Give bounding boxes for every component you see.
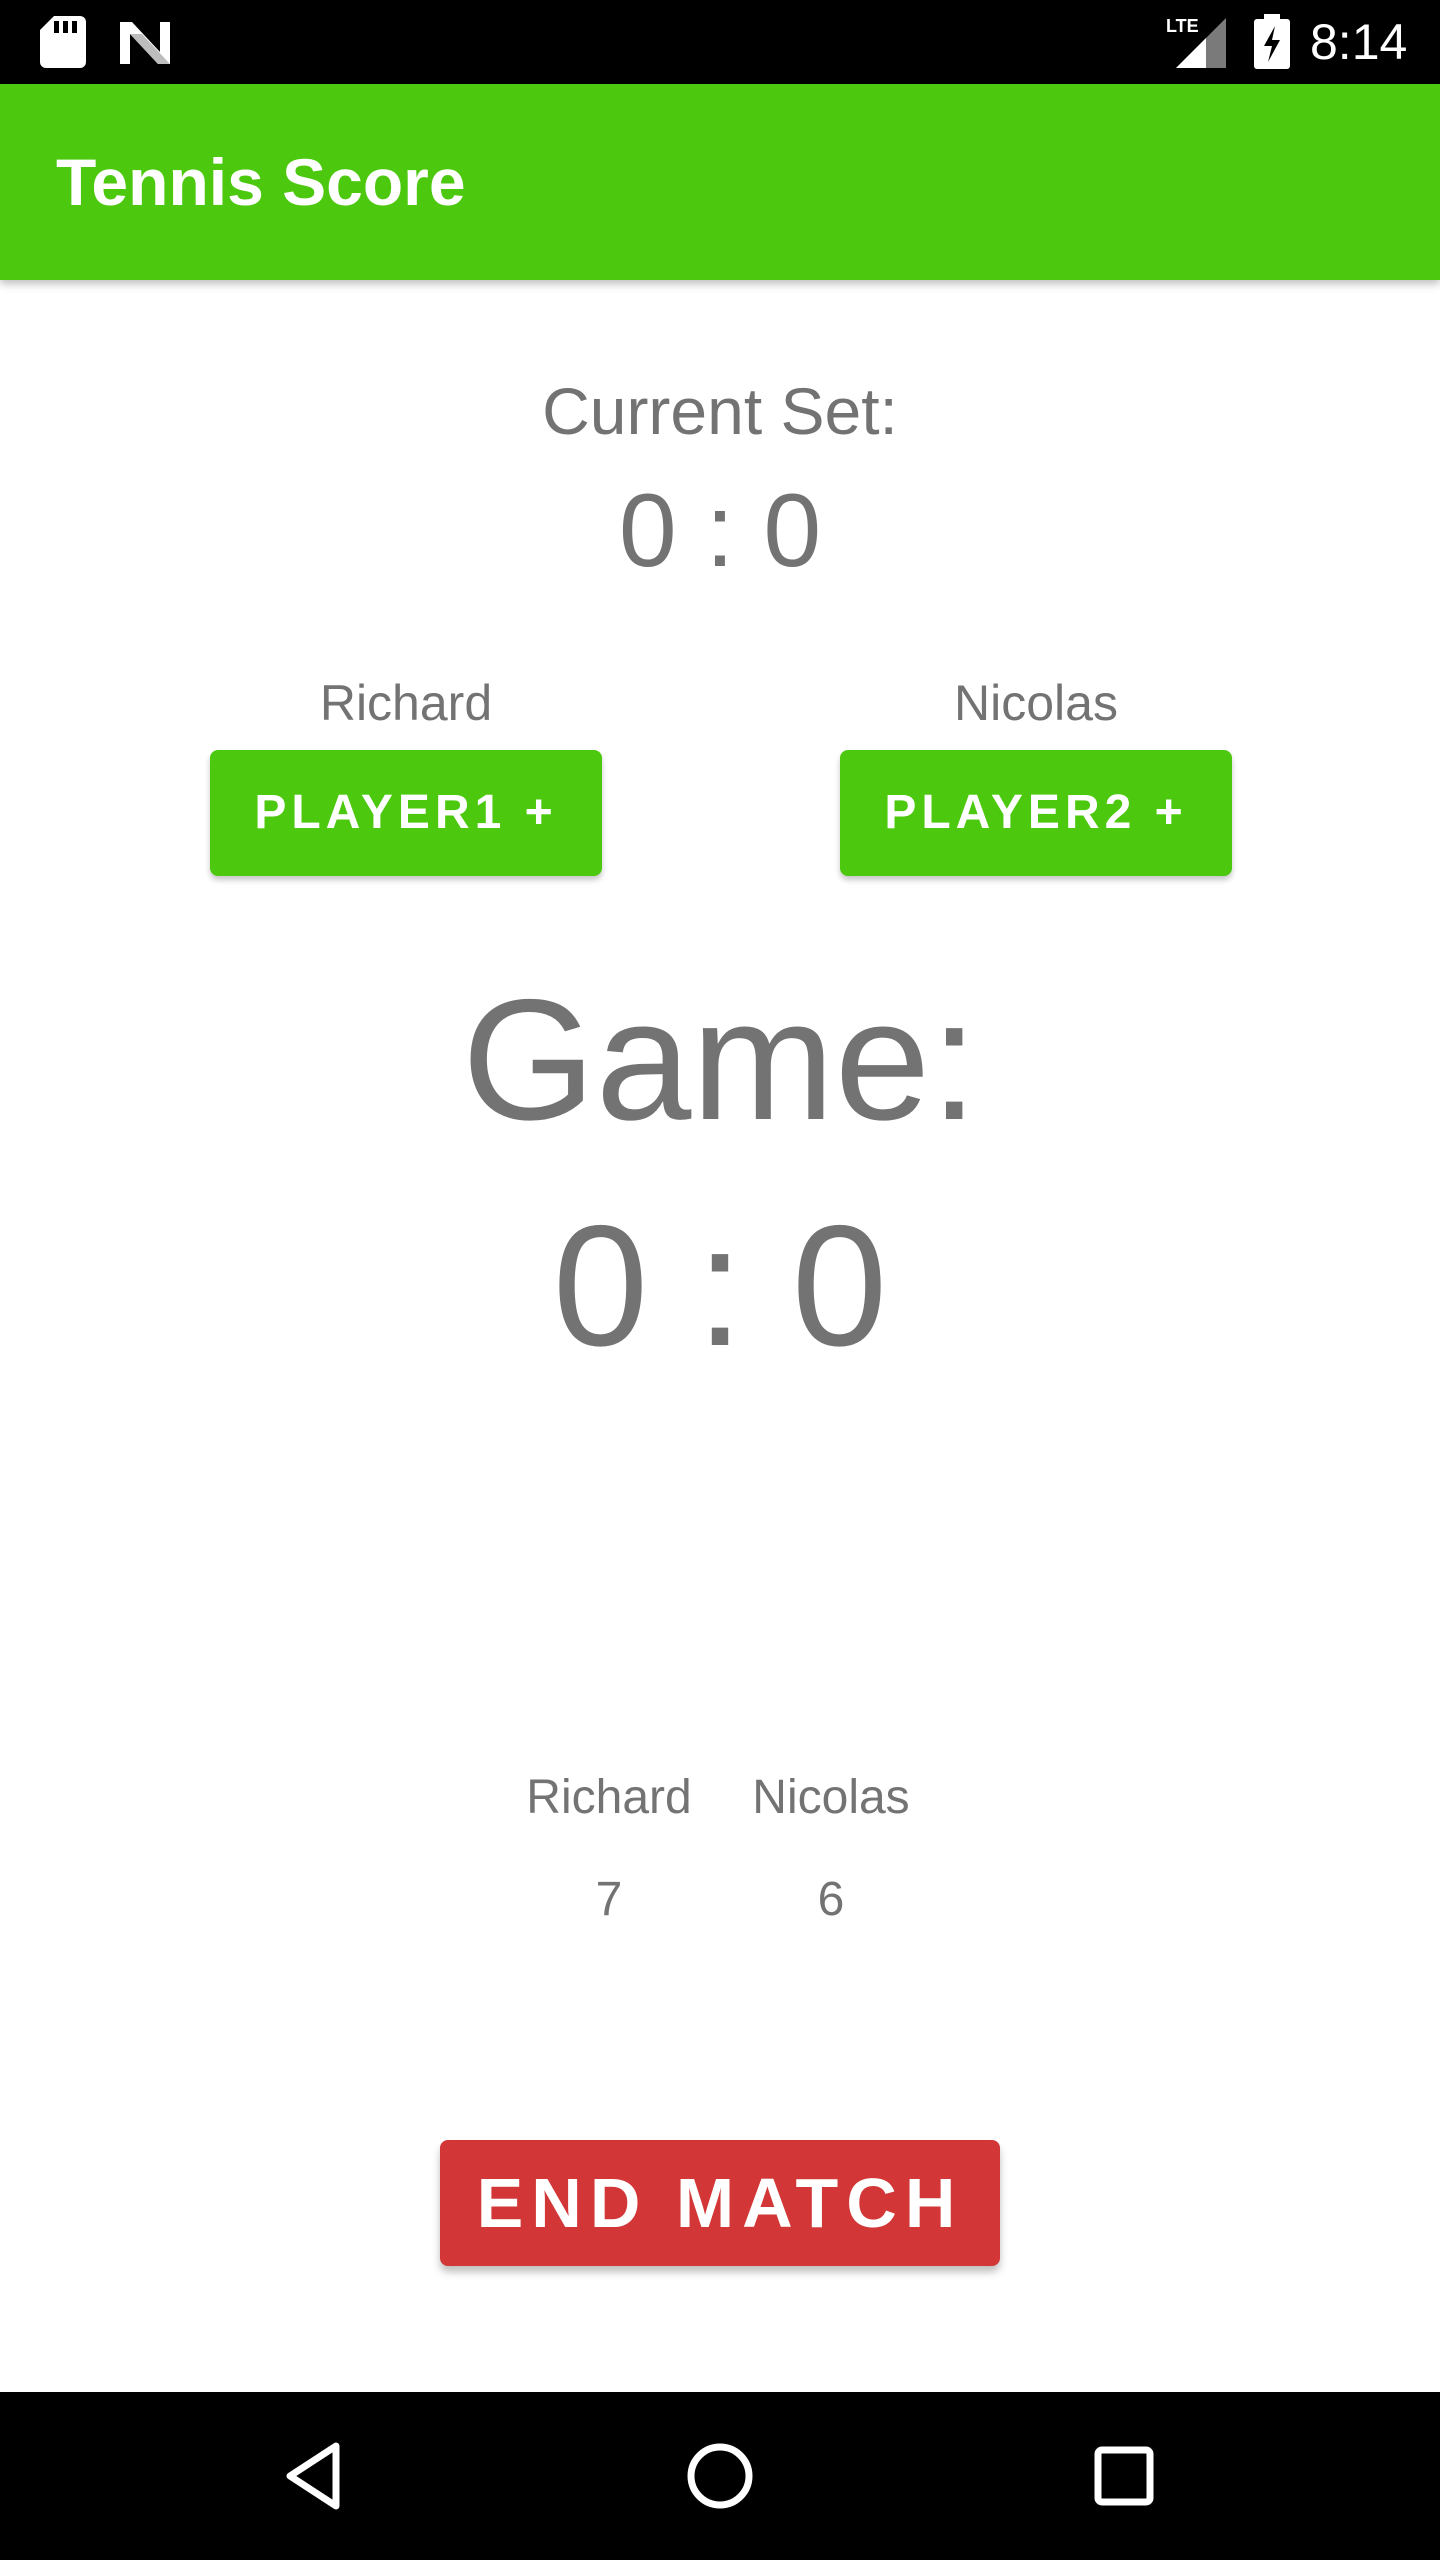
home-icon[interactable] xyxy=(680,2436,760,2516)
recents-icon[interactable] xyxy=(1084,2436,1164,2516)
sd-card-icon xyxy=(40,16,86,68)
player2-column: Nicolas PLAYER2 + xyxy=(840,666,1232,876)
game-score: 0 : 0 xyxy=(552,1190,888,1382)
back-icon[interactable] xyxy=(276,2436,356,2516)
navigation-bar xyxy=(0,2392,1440,2560)
svg-text:LTE: LTE xyxy=(1166,16,1199,36)
status-bar: LTE 8:14 xyxy=(0,0,1440,84)
current-set-label: Current Set: xyxy=(542,374,898,448)
set-history-column-player2: Nicolas 6 xyxy=(722,1760,940,1938)
set-history-header: Richard xyxy=(526,1771,692,1824)
set-history-value: 6 xyxy=(817,1873,845,1926)
player1-add-point-button[interactable]: PLAYER1 + xyxy=(210,750,602,876)
current-set-score: 0 : 0 xyxy=(618,473,822,589)
player2-add-point-button[interactable]: PLAYER2 + xyxy=(840,750,1232,876)
status-clock: 8:14 xyxy=(1310,14,1408,70)
end-match-button[interactable]: END MATCH xyxy=(440,2140,1000,2266)
app-title: Tennis Score xyxy=(56,145,466,219)
set-history-header: Nicolas xyxy=(752,1771,910,1824)
player1-name: Richard xyxy=(319,675,493,731)
player2-name: Nicolas xyxy=(954,675,1118,731)
set-history-value: 7 xyxy=(595,1873,623,1926)
set-history-column-player1: Richard 7 xyxy=(500,1760,718,1938)
battery-charging-icon xyxy=(1254,14,1290,69)
app-bar: Tennis Score xyxy=(0,84,1440,280)
game-label: Game: xyxy=(461,964,979,1156)
signal-icon: LTE xyxy=(1166,16,1226,68)
player1-column: Richard PLAYER1 + xyxy=(210,666,602,876)
n-notification-icon xyxy=(120,22,170,64)
screen: LTE 8:14 Tennis Score Current Set: 0 : 0… xyxy=(0,0,1440,2560)
